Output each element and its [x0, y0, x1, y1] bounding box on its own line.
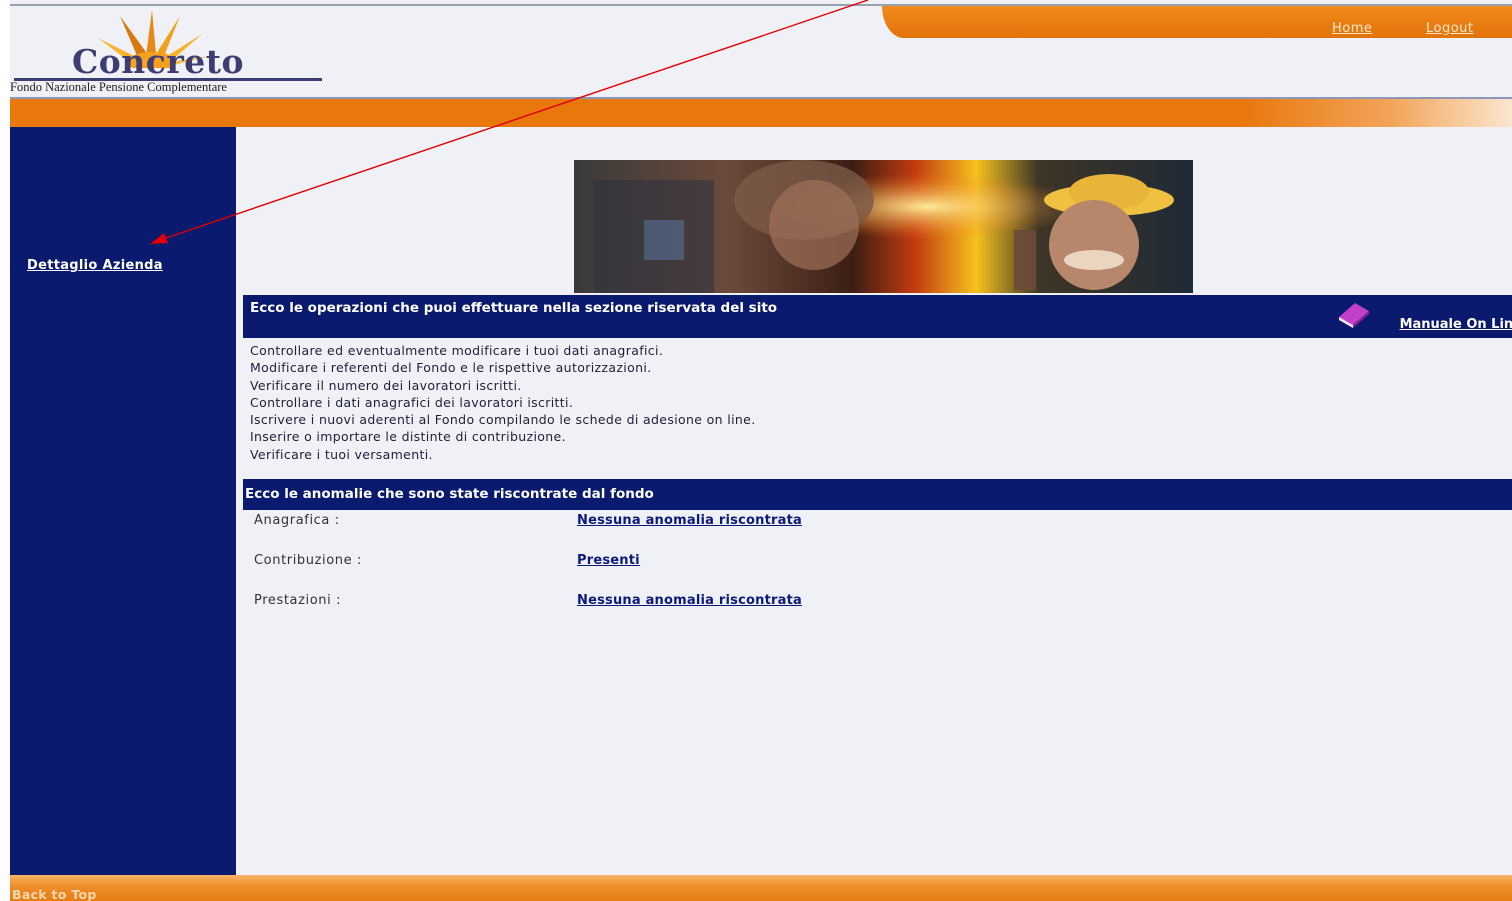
logo-tagline: Fondo Nazionale Pensione Complementare — [10, 80, 227, 94]
anomaly-link-contribuzione[interactable]: Presenti — [577, 553, 640, 568]
footer-bar: Back to Top — [10, 875, 1512, 901]
anomalies-header: Ecco le anomalie che sono state riscontr… — [243, 479, 1512, 510]
operation-item: Verificare i tuoi versamenti. — [250, 446, 433, 462]
operation-item: Inserire o importare le distinte di cont… — [250, 429, 566, 445]
header-band — [10, 99, 1512, 127]
anomaly-label-anagrafica: Anagrafica : — [254, 513, 340, 528]
logout-link[interactable]: Logout — [1426, 21, 1474, 36]
banner-photo — [574, 160, 1193, 293]
anomalies-title: Ecco le anomalie che sono state riscontr… — [245, 486, 654, 502]
manual-on-line-link[interactable]: Manuale On Line — [1400, 317, 1512, 332]
anomaly-link-anagrafica[interactable]: Nessuna anomalia riscontrata — [577, 513, 802, 528]
page: Concreto Fondo Nazionale Pensione Comple… — [10, 0, 1512, 901]
top-nav-bar: Home Logout — [882, 6, 1512, 38]
back-to-top-link[interactable]: Back to Top — [12, 887, 97, 901]
sidebar: Dettaglio Azienda — [10, 127, 236, 875]
sidebar-item-dettaglio-azienda[interactable]: Dettaglio Azienda — [27, 258, 163, 273]
operations-header: Ecco le operazioni che puoi effettuare n… — [243, 295, 1512, 338]
operations-title: Ecco le operazioni che puoi effettuare n… — [250, 300, 778, 316]
operation-item: Iscrivere i nuovi aderenti al Fondo comp… — [250, 412, 756, 428]
operation-item: Controllare ed eventualmente modificare … — [250, 343, 664, 358]
anomaly-link-prestazioni[interactable]: Nessuna anomalia riscontrata — [577, 593, 802, 608]
anomaly-label-contribuzione: Contribuzione : — [254, 553, 362, 568]
home-link[interactable]: Home — [1332, 21, 1372, 36]
logo-name: Concreto — [72, 42, 244, 81]
anomaly-label-prestazioni: Prestazioni : — [254, 593, 342, 608]
banner-image — [574, 160, 1193, 293]
operation-item: Modificare i referenti del Fondo e le ri… — [250, 360, 652, 376]
operation-item: Verificare il numero dei lavoratori iscr… — [250, 377, 522, 393]
operation-item: Controllare i dati anagrafici dei lavora… — [250, 394, 574, 410]
logo[interactable]: Concreto Fondo Nazionale Pensione Comple… — [10, 8, 330, 98]
book-icon[interactable] — [1335, 299, 1371, 329]
operations-list: Controllare ed eventualmente modificare … — [250, 342, 756, 463]
